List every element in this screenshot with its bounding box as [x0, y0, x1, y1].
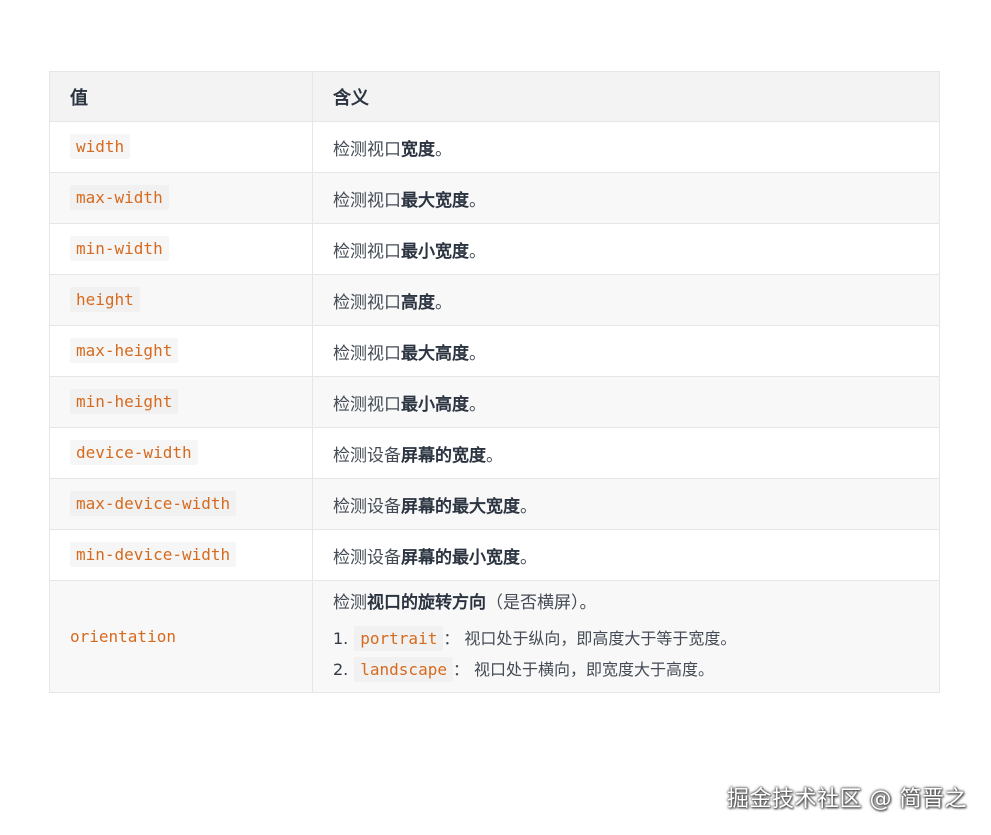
meaning-bold: 高度 — [401, 292, 435, 313]
meaning-bold: 最小宽度 — [401, 241, 469, 262]
meaning-suffix: 。 — [469, 394, 486, 415]
code-landscape: landscape — [354, 657, 453, 682]
meaning-bold: 屏幕的宽度 — [401, 445, 486, 466]
meaning-prefix: 检测视口 — [333, 139, 401, 160]
code-key: max-device-width — [70, 491, 237, 516]
meaning-prefix: 检测视口 — [333, 190, 401, 211]
cell-key: max-device-width — [49, 478, 313, 530]
meaning-bold: 屏幕的最小宽度 — [401, 547, 520, 568]
meaning-suffix: 。 — [520, 496, 537, 517]
list-number: 2. — [333, 660, 349, 679]
meaning-bold: 屏幕的最大宽度 — [401, 496, 520, 517]
media-feature-table: 值 含义 width 检测视口宽度。 max-width 检测视口最大宽度。 min-w… — [49, 71, 940, 693]
meaning-prefix: 检测视口 — [333, 343, 401, 364]
cell-meaning: 检测视口最大宽度。 — [312, 172, 940, 224]
table-row: width 检测视口宽度。 — [49, 121, 940, 173]
header-meaning: 含义 — [312, 71, 940, 122]
code-orientation: orientation — [70, 626, 176, 646]
meaning-suffix: （是否横屏）。 — [486, 593, 597, 613]
list-item: 2. landscape： 视口处于横向，即宽度大于高度。 — [333, 654, 919, 685]
meaning-suffix: 。 — [435, 292, 452, 313]
cell-meaning: 检测设备屏幕的宽度。 — [312, 427, 940, 479]
meaning-prefix: 检测设备 — [333, 496, 401, 517]
code-key: min-width — [70, 236, 169, 261]
table-header-row: 值 含义 — [49, 71, 940, 122]
meaning-suffix: 。 — [469, 241, 486, 262]
table-row: height 检测视口高度。 — [49, 274, 940, 326]
cell-meaning: 检测视口最小高度。 — [312, 376, 940, 428]
cell-meaning: 检测视口最小宽度。 — [312, 223, 940, 275]
list-item: 1. portrait： 视口处于纵向，即高度大于等于宽度。 — [333, 623, 919, 654]
cell-key: width — [49, 121, 313, 173]
meaning-prefix: 检测视口 — [333, 241, 401, 262]
cell-key: min-width — [49, 223, 313, 275]
table-row-orientation: orientation 检测视口的旋转方向（是否横屏）。 1. portrait：… — [49, 580, 940, 693]
cell-meaning: 检测视口最大高度。 — [312, 325, 940, 377]
cell-meaning: 检测视口高度。 — [312, 274, 940, 326]
table-row: max-width 检测视口最大宽度。 — [49, 172, 940, 224]
meaning-bold: 最小高度 — [401, 394, 469, 415]
meaning-bold: 宽度 — [401, 139, 435, 160]
code-key: max-height — [70, 338, 179, 363]
table-row: max-device-width 检测设备屏幕的最大宽度。 — [49, 478, 940, 530]
cell-meaning: 检测视口宽度。 — [312, 121, 940, 173]
cell-meaning: 检测设备屏幕的最大宽度。 — [312, 478, 940, 530]
meaning-suffix: 。 — [469, 190, 486, 211]
table-row: device-width 检测设备屏幕的宽度。 — [49, 427, 940, 479]
list-text: ： 视口处于纵向，即高度大于等于宽度。 — [443, 629, 737, 648]
meaning-bold: 最大宽度 — [401, 190, 469, 211]
meaning-bold: 视口的旋转方向 — [367, 593, 486, 613]
list-text: ： 视口处于横向，即宽度大于高度。 — [452, 660, 715, 679]
cell-key: max-height — [49, 325, 313, 377]
list-number: 1. — [333, 629, 349, 648]
table-row: min-width 检测视口最小宽度。 — [49, 223, 940, 275]
meaning-suffix: 。 — [469, 343, 486, 364]
watermark: 掘金技术社区 @ 简晋之 — [727, 787, 967, 812]
cell-key: height — [49, 274, 313, 326]
code-key: height — [70, 287, 140, 312]
table-row: max-height 检测视口最大高度。 — [49, 325, 940, 377]
code-key: max-width — [70, 185, 169, 210]
table-row: min-height 检测视口最小高度。 — [49, 376, 940, 428]
code-key: min-device-width — [70, 542, 237, 567]
meaning-suffix: 。 — [486, 445, 503, 466]
cell-meaning: 检测设备屏幕的最小宽度。 — [312, 529, 940, 581]
cell-key: min-height — [49, 376, 313, 428]
meaning-suffix: 。 — [435, 139, 452, 160]
meaning-prefix: 检测 — [333, 593, 367, 613]
cell-meaning: 检测视口的旋转方向（是否横屏）。 1. portrait： 视口处于纵向，即高度大… — [312, 580, 940, 693]
code-key: device-width — [70, 440, 198, 465]
code-key: width — [70, 134, 131, 159]
cell-key: min-device-width — [49, 529, 313, 581]
orientation-list: 1. portrait： 视口处于纵向，即高度大于等于宽度。 2. landscap… — [333, 623, 919, 685]
meaning-prefix: 检测视口 — [333, 292, 401, 313]
cell-key: max-width — [49, 172, 313, 224]
cell-key: orientation — [49, 580, 313, 693]
meaning-bold: 最大高度 — [401, 343, 469, 364]
meaning-prefix: 检测设备 — [333, 445, 401, 466]
meaning-suffix: 。 — [520, 547, 537, 568]
table-row: min-device-width 检测设备屏幕的最小宽度。 — [49, 529, 940, 581]
meaning-prefix: 检测设备 — [333, 547, 401, 568]
meaning-prefix: 检测视口 — [333, 394, 401, 415]
code-key: min-height — [70, 389, 179, 414]
header-value: 值 — [49, 71, 313, 122]
code-portrait: portrait — [354, 626, 444, 651]
cell-key: device-width — [49, 427, 313, 479]
